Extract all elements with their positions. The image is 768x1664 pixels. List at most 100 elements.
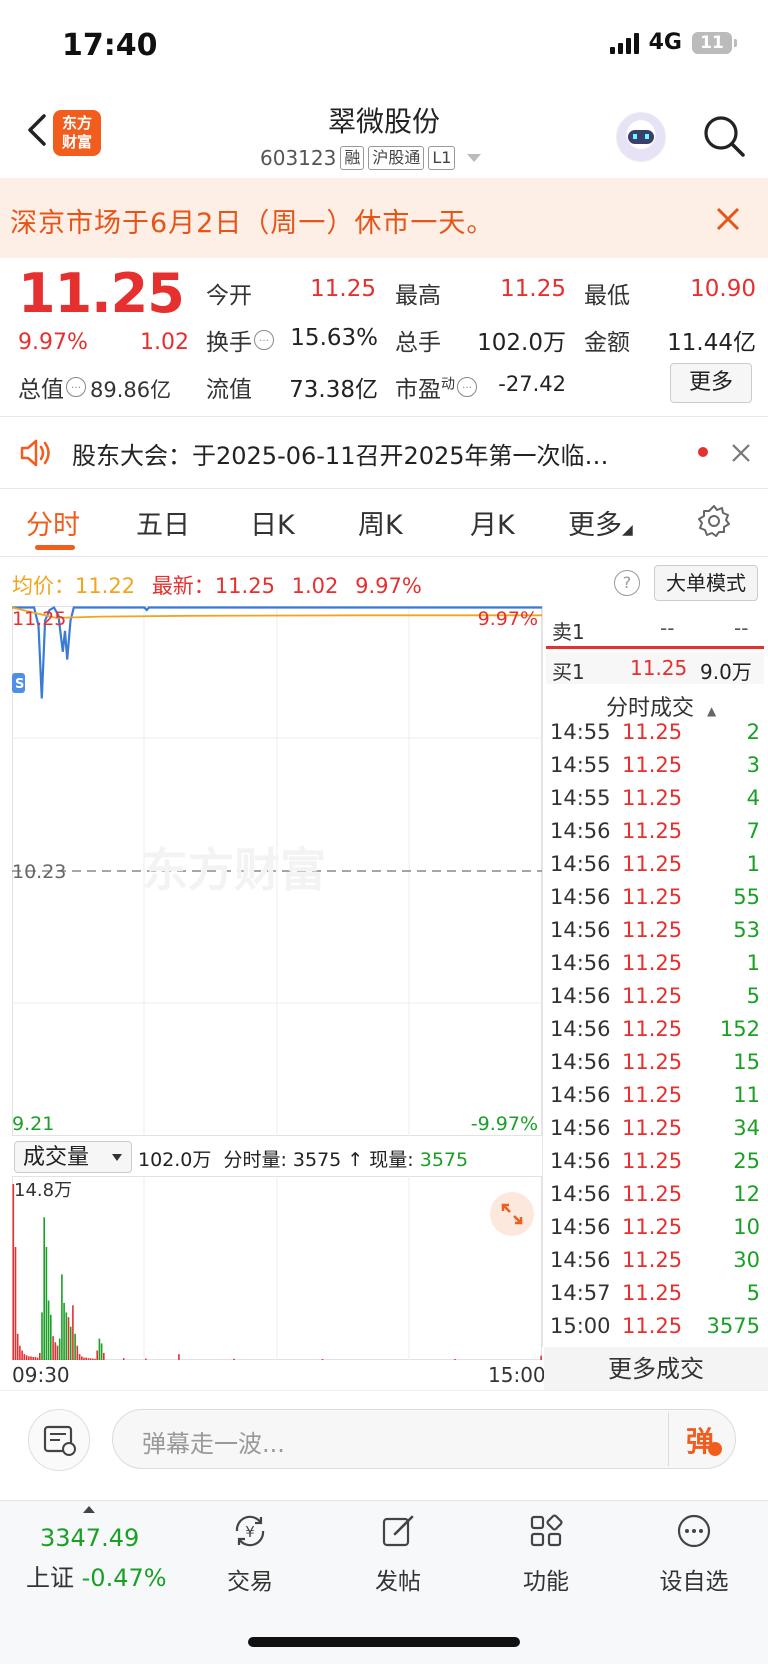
tab-daily-k[interactable]: 日K: [250, 503, 295, 542]
volume-bar: [85, 1357, 87, 1360]
trade-qty: 53: [733, 918, 760, 942]
field-value-high: 11.25: [500, 276, 566, 302]
index-change: -0.47%: [81, 1564, 167, 1592]
tab-five-day[interactable]: 五日: [136, 503, 190, 542]
chart-stats-line: 均价：11.22 最新：11.25 1.02 9.97%: [12, 570, 422, 600]
volume-bar: [81, 1356, 83, 1360]
announcement-text[interactable]: 股东大会：于2025-06-11召开2025年第一次临…: [72, 436, 609, 471]
tag-connect: 沪股通: [368, 146, 425, 170]
caret-up-icon[interactable]: [83, 1506, 95, 1513]
volume-bar: [98, 1338, 101, 1360]
trade-price: 11.25: [622, 1149, 683, 1173]
now-volume-value: 3575: [419, 1149, 469, 1171]
divider: [0, 1390, 768, 1391]
info-icon[interactable]: …: [66, 377, 86, 398]
network-type: 4G: [648, 30, 682, 55]
pe-superscript: 动: [441, 376, 455, 393]
volume-bar: [94, 1358, 96, 1360]
trade-qty: 4: [746, 786, 760, 810]
trade-row: 14:56 11.25 1: [550, 852, 760, 876]
info-icon[interactable]: …: [254, 330, 274, 351]
panel-divider: [542, 606, 543, 1347]
gear-icon[interactable]: [696, 503, 732, 539]
tab-weekly-k[interactable]: 周K: [358, 503, 403, 542]
trade-price: 11.25: [622, 720, 683, 744]
trades-title[interactable]: 分时成交 ▲: [606, 690, 716, 722]
nav-functions[interactable]: 功能: [486, 1512, 606, 1596]
trade-time: 14:56: [550, 984, 611, 1008]
tab-monthly-k[interactable]: 月K: [470, 503, 515, 542]
index-name-change[interactable]: 上证 -0.47%: [26, 1558, 167, 1593]
volume-bar: [32, 1357, 34, 1360]
pe-label-text: 市盈: [395, 377, 441, 403]
volume-bar: [61, 1274, 63, 1360]
nav-post[interactable]: 发帖: [338, 1512, 458, 1596]
tab-intraday[interactable]: 分时: [26, 503, 80, 542]
total-cap: 总值… 89.86亿: [18, 370, 171, 404]
y-max-label: 11.25: [12, 608, 66, 630]
trade-row: 14:57 11.25 5: [550, 1281, 760, 1305]
divider: [668, 1412, 669, 1466]
volume-info: 102.0万 分时量: 3575 ↑ 现量: 3575: [138, 1145, 468, 1172]
volume-bar: [72, 1305, 74, 1360]
nav-trade[interactable]: ¥ 交易: [190, 1512, 310, 1596]
expand-icon[interactable]: [490, 1192, 534, 1236]
caret-icon: ◢: [622, 522, 633, 538]
trade-price: 11.25: [622, 1215, 683, 1239]
speaker-icon: [20, 439, 50, 467]
latest-label: 最新：: [151, 574, 215, 598]
volume-bar: [67, 1317, 70, 1360]
trade-time: 14:56: [550, 852, 611, 876]
volume-chart[interactable]: 14.8万: [12, 1176, 542, 1360]
volume-bar: [454, 1359, 456, 1360]
trade-qty: 12: [733, 1182, 760, 1206]
volume-bar: [321, 1359, 324, 1360]
danmu-settings-icon[interactable]: [28, 1409, 90, 1471]
intraday-price-chart[interactable]: 东方财富 S 11.25 10.23 9.21 9.97% -9.97%: [12, 606, 542, 1136]
caret-up-icon: ▲: [707, 704, 717, 718]
signal-marker-text: S: [15, 677, 24, 692]
trade-time: 14:56: [550, 1215, 611, 1239]
avg-value: 11.22: [75, 574, 136, 598]
trade-qty: 30: [733, 1248, 760, 1272]
field-label-high: 最高: [395, 283, 441, 309]
chevron-down-icon: [112, 1154, 122, 1161]
volume-bar: [76, 1345, 79, 1360]
volume-bar: [58, 1338, 61, 1360]
stock-subline[interactable]: 603123 融 沪股通 L1: [260, 146, 482, 170]
nav-functions-label: 功能: [523, 1569, 569, 1595]
field-label-amount: 金额: [584, 330, 630, 356]
volume-bar: [96, 1350, 98, 1360]
danmu-settings-glyph: [43, 1425, 76, 1456]
trade-price: 11.25: [622, 1248, 683, 1272]
change-percent: 9.97%: [18, 330, 88, 355]
more-trades-button[interactable]: 更多成交: [544, 1347, 768, 1391]
change-amount: 1.02: [140, 330, 189, 355]
help-icon[interactable]: ?: [614, 570, 640, 596]
tab-more[interactable]: 更多◢: [568, 503, 633, 542]
volume-bar: [69, 1326, 72, 1360]
more-quote-button[interactable]: 更多: [670, 363, 752, 403]
field-value-open: 11.25: [310, 276, 376, 302]
trade-row: 14:56 11.25 152: [550, 1017, 760, 1041]
nav-add-watchlist[interactable]: 设自选: [634, 1512, 754, 1596]
volume-bar: [103, 1352, 105, 1360]
close-icon[interactable]: [730, 442, 752, 464]
close-icon[interactable]: [712, 203, 744, 235]
info-icon[interactable]: …: [457, 377, 477, 398]
field-label-open: 今开: [206, 283, 252, 309]
big-order-mode-button[interactable]: 大单模式: [654, 565, 758, 601]
trade-qty: 1: [746, 951, 760, 975]
trade-price: 11.25: [622, 1050, 683, 1074]
volume-bar: [52, 1336, 54, 1360]
pct-max-label: 9.97%: [478, 608, 538, 630]
volume-bar: [45, 1247, 48, 1360]
volume-bar: [30, 1356, 32, 1360]
trade-price: 11.25: [622, 1182, 683, 1206]
search-icon[interactable]: [700, 112, 748, 160]
volume-bar: [122, 1358, 125, 1360]
field-label-volume: 总手: [395, 330, 441, 356]
index-value[interactable]: 3347.49: [40, 1524, 139, 1552]
trade-price: 11.25: [622, 885, 683, 909]
ai-assistant-avatar-icon[interactable]: [616, 112, 666, 162]
